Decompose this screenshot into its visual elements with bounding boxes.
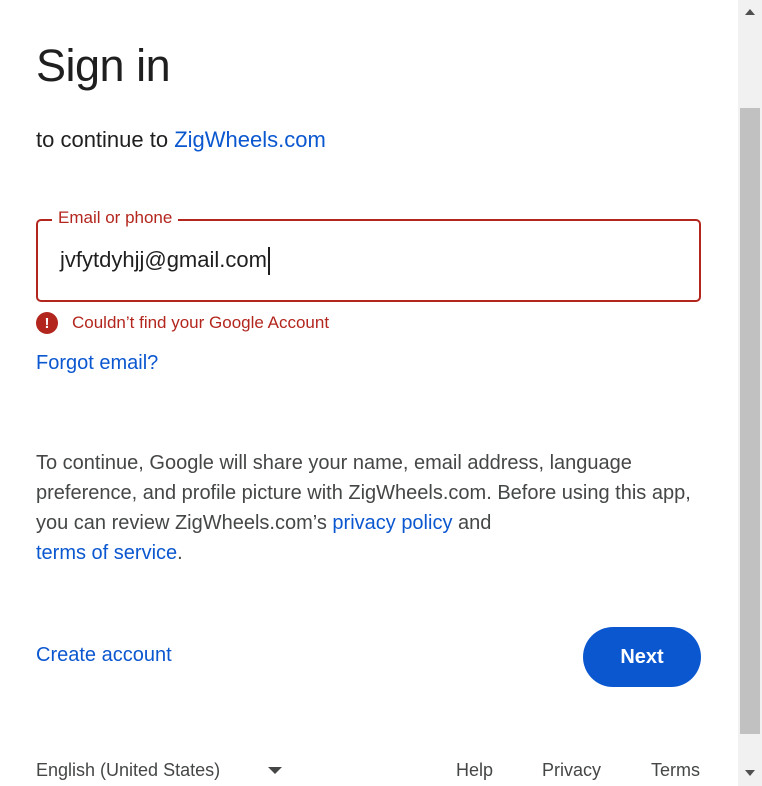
scrollbar-thumb[interactable] bbox=[740, 108, 760, 734]
error-message: ! Couldn’t find your Google Account bbox=[36, 312, 329, 334]
chevron-down-icon bbox=[268, 767, 283, 774]
scroll-down-arrow-icon[interactable] bbox=[745, 770, 755, 776]
email-field-label: Email or phone bbox=[52, 208, 179, 228]
terms-link[interactable]: Terms bbox=[651, 760, 700, 781]
site-name: ZigWheels.com bbox=[174, 127, 326, 152]
page-subtitle: to continue to ZigWheels.com bbox=[36, 127, 326, 153]
vertical-scrollbar[interactable] bbox=[738, 0, 762, 786]
email-input-value: jvfytdyhjj@gmail.com bbox=[60, 247, 267, 272]
disclaimer-end: . bbox=[177, 542, 183, 564]
footer: English (United States) Help Privacy Ter… bbox=[0, 758, 730, 786]
error-text: Couldn’t find your Google Account bbox=[72, 313, 330, 332]
disclaimer-and: and bbox=[452, 512, 492, 534]
privacy-policy-link[interactable]: privacy policy bbox=[332, 512, 452, 534]
language-selector[interactable]: English (United States) bbox=[36, 760, 283, 781]
text-caret bbox=[267, 247, 270, 276]
privacy-link[interactable]: Privacy bbox=[542, 760, 601, 781]
sign-in-page: Sign in to continue to ZigWheels.com Ema… bbox=[0, 0, 762, 786]
next-button[interactable]: Next bbox=[583, 627, 701, 687]
page-title: Sign in bbox=[36, 40, 171, 91]
data-sharing-disclaimer: To continue, Google will share your name… bbox=[36, 448, 706, 568]
email-field[interactable]: Email or phone jvfytdyhjj@gmail.com bbox=[36, 208, 701, 302]
help-link[interactable]: Help bbox=[456, 760, 493, 781]
scroll-up-arrow-icon[interactable] bbox=[745, 9, 755, 15]
create-account-link[interactable]: Create account bbox=[36, 644, 172, 667]
forgot-email-link[interactable]: Forgot email? bbox=[36, 352, 158, 375]
language-label: English (United States) bbox=[36, 760, 221, 780]
error-circle-icon: ! bbox=[36, 312, 58, 334]
subtitle-prefix: to continue to bbox=[36, 127, 175, 152]
terms-of-service-link[interactable]: terms of service bbox=[36, 542, 177, 564]
email-input[interactable]: jvfytdyhjj@gmail.com bbox=[60, 247, 680, 276]
